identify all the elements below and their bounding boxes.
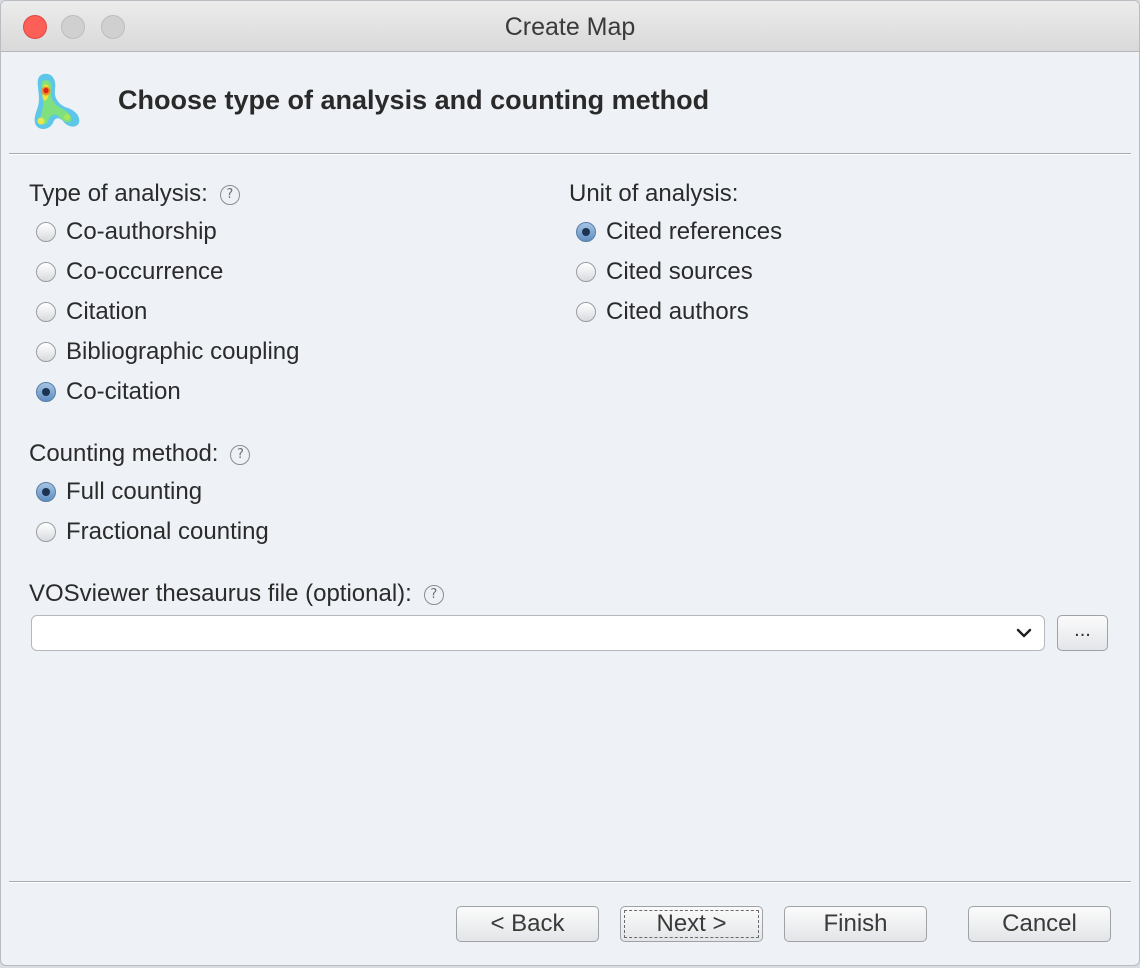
unit-of-analysis-label: Unit of analysis: bbox=[569, 180, 739, 207]
radio-indicator[interactable] bbox=[36, 482, 56, 502]
browse-thesaurus-button[interactable]: ... bbox=[1057, 615, 1108, 651]
radio-label: Bibliographic coupling bbox=[66, 338, 300, 365]
radio-cited-references[interactable]: Cited references bbox=[576, 216, 782, 248]
create-map-window: Create Map Choose type of analysis and c… bbox=[0, 0, 1140, 966]
radio-label: Cited authors bbox=[606, 298, 749, 325]
finish-button[interactable]: Finish bbox=[784, 906, 927, 942]
radio-full-counting[interactable]: Full counting bbox=[36, 476, 202, 508]
radio-indicator[interactable] bbox=[576, 222, 596, 242]
radio-co-citation[interactable]: Co-citation bbox=[36, 376, 181, 408]
help-icon[interactable]: ? bbox=[219, 185, 240, 205]
header-divider bbox=[9, 153, 1131, 155]
type-of-analysis-label: Type of analysis:? bbox=[29, 180, 240, 208]
radio-bibliographic-coupling[interactable]: Bibliographic coupling bbox=[36, 336, 299, 368]
radio-label: Citation bbox=[66, 298, 148, 325]
counting-method-label-text: Counting method: bbox=[29, 440, 219, 467]
title-bar: Create Map bbox=[1, 1, 1139, 52]
radio-indicator[interactable] bbox=[36, 262, 56, 282]
window-title: Create Map bbox=[504, 13, 636, 41]
thesaurus-file-select[interactable] bbox=[31, 615, 1045, 651]
radio-indicator[interactable] bbox=[576, 262, 596, 282]
chevron-down-icon[interactable] bbox=[1016, 625, 1032, 641]
radio-indicator[interactable] bbox=[576, 302, 596, 322]
vosviewer-logo-icon bbox=[34, 73, 80, 129]
radio-indicator[interactable] bbox=[36, 222, 56, 242]
back-button[interactable]: < Back bbox=[456, 906, 599, 942]
radio-label: Cited sources bbox=[606, 258, 753, 285]
help-icon[interactable]: ? bbox=[230, 445, 251, 465]
radio-fractional-counting[interactable]: Fractional counting bbox=[36, 516, 269, 548]
help-icon[interactable]: ? bbox=[423, 585, 444, 605]
radio-indicator[interactable] bbox=[36, 522, 56, 542]
radio-indicator[interactable] bbox=[36, 382, 56, 402]
radio-label: Co-citation bbox=[66, 378, 181, 405]
radio-cited-authors[interactable]: Cited authors bbox=[576, 296, 749, 328]
radio-label: Cited references bbox=[606, 218, 783, 245]
radio-co-occurrence[interactable]: Co-occurrence bbox=[36, 256, 223, 288]
footer-divider bbox=[9, 881, 1131, 883]
type-of-analysis-label-text: Type of analysis: bbox=[29, 180, 208, 207]
thesaurus-label-text: VOSviewer thesaurus file (optional): bbox=[29, 580, 412, 607]
cancel-button[interactable]: Cancel bbox=[968, 906, 1111, 942]
radio-co-authorship[interactable]: Co-authorship bbox=[36, 216, 217, 248]
wizard-header: Choose type of analysis and counting met… bbox=[1, 51, 1139, 153]
radio-label: Co-authorship bbox=[66, 218, 217, 245]
wizard-step-title: Choose type of analysis and counting met… bbox=[118, 85, 710, 115]
radio-label: Co-occurrence bbox=[66, 258, 224, 285]
radio-indicator[interactable] bbox=[36, 302, 56, 322]
radio-label: Fractional counting bbox=[66, 518, 269, 545]
radio-indicator[interactable] bbox=[36, 342, 56, 362]
radio-citation[interactable]: Citation bbox=[36, 296, 147, 328]
thesaurus-label: VOSviewer thesaurus file (optional):? bbox=[29, 580, 444, 608]
radio-label: Full counting bbox=[66, 478, 203, 505]
next-button[interactable]: Next > bbox=[620, 906, 763, 942]
radio-cited-sources[interactable]: Cited sources bbox=[576, 256, 753, 288]
counting-method-label: Counting method:? bbox=[29, 440, 251, 468]
